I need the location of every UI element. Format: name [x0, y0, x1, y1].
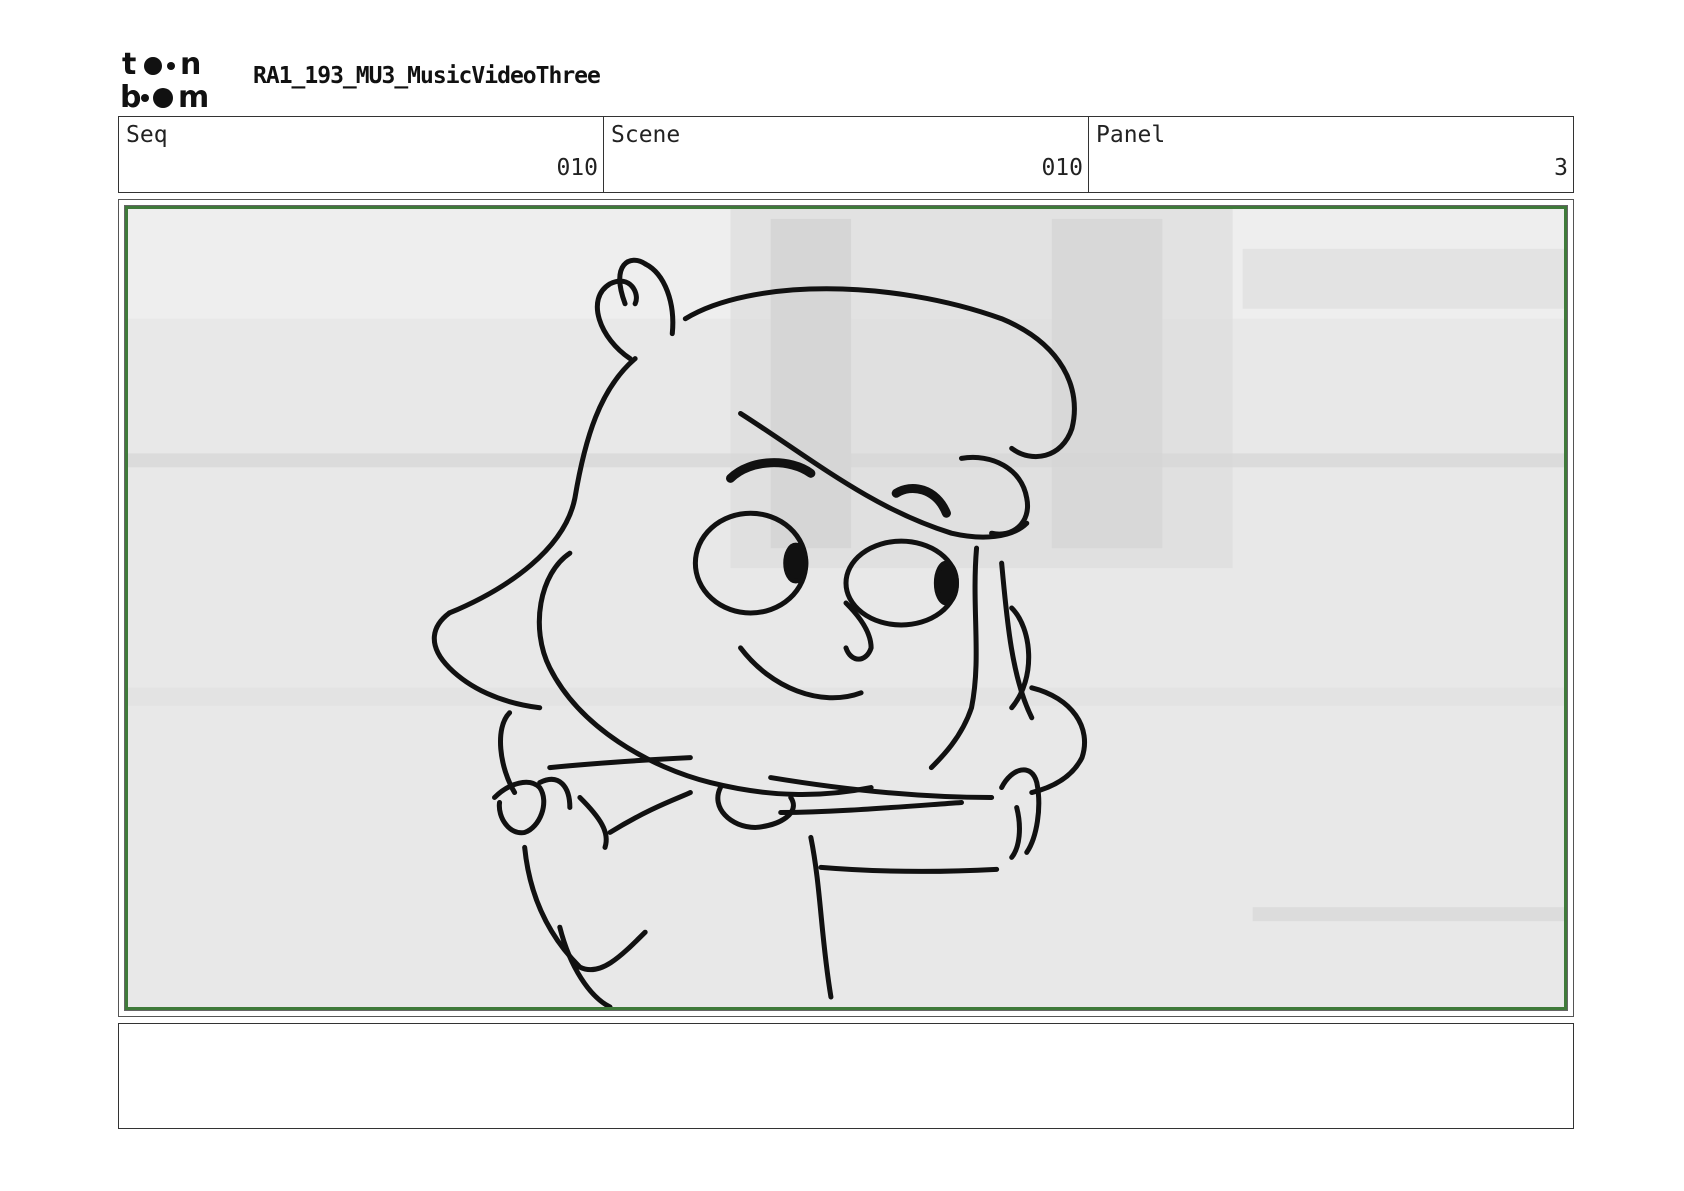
panel-cell: Panel 3 [1089, 117, 1573, 192]
scene-cell: Scene 010 [604, 117, 1089, 192]
scene-value: 010 [1041, 155, 1083, 181]
svg-text:m: m [178, 80, 209, 110]
svg-text:b: b [120, 80, 141, 110]
panel-value: 3 [1554, 155, 1568, 181]
svg-text:t: t [122, 48, 136, 82]
toon-boom-logo: t n b m [120, 48, 232, 110]
panel-info-strip: Seq 010 Scene 010 Panel 3 [118, 116, 1574, 193]
project-title: RA1_193_MU3_MusicVideoThree [253, 63, 601, 89]
scene-label: Scene [611, 122, 681, 148]
seq-cell: Seq 010 [119, 117, 604, 192]
storyboard-drawing [125, 206, 1567, 1010]
panel-frame [118, 199, 1574, 1017]
svg-text:n: n [180, 48, 201, 82]
seq-label: Seq [126, 122, 168, 148]
seq-value: 010 [556, 155, 598, 181]
panel-inner-frame [124, 205, 1568, 1011]
panel-notes-box [118, 1023, 1574, 1129]
panel-label: Panel [1096, 122, 1166, 148]
